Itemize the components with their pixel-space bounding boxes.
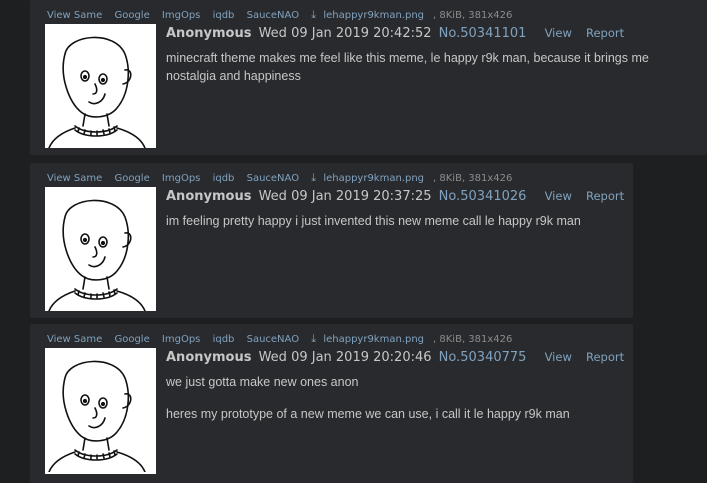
saucenao-link[interactable]: SauceNAO	[247, 10, 299, 21]
report-button[interactable]: Report	[586, 189, 624, 203]
thumbnail-face-drawing	[48, 360, 146, 473]
message-line: heres my prototype of a new meme we can …	[166, 407, 570, 421]
view-button[interactable]: View	[545, 26, 572, 40]
download-icon[interactable]: ⤓	[311, 171, 316, 184]
view-same-link[interactable]: View Same	[47, 334, 102, 345]
poster-name: Anonymous	[166, 26, 252, 41]
google-link[interactable]: Google	[114, 10, 149, 21]
google-link[interactable]: Google	[114, 334, 149, 345]
imgops-link[interactable]: ImgOps	[162, 173, 200, 184]
imgops-link[interactable]: ImgOps	[162, 334, 200, 345]
saucenao-link[interactable]: SauceNAO	[247, 173, 299, 184]
post-number-link[interactable]: No.50340775	[439, 350, 527, 365]
view-same-link[interactable]: View Same	[47, 173, 102, 184]
post-1: View Same Google ImgOps iqdb SauceNAO ⤓ …	[30, 0, 707, 155]
download-icon[interactable]: ⤓	[311, 332, 316, 345]
google-link[interactable]: Google	[114, 173, 149, 184]
iqdb-link[interactable]: iqdb	[213, 334, 235, 345]
report-button[interactable]: Report	[586, 26, 624, 40]
thumbnail-face-drawing	[48, 199, 146, 311]
saucenao-link[interactable]: SauceNAO	[247, 334, 299, 345]
file-info: , 8KiB, 381x426	[433, 334, 513, 345]
post-2: View Same Google ImgOps iqdb SauceNAO ⤓ …	[30, 163, 633, 318]
post-3: View Same Google ImgOps iqdb SauceNAO ⤓ …	[30, 324, 633, 483]
poster-name: Anonymous	[166, 350, 252, 365]
iqdb-link[interactable]: iqdb	[213, 10, 235, 21]
thumbnail-face-drawing	[48, 36, 146, 148]
report-button[interactable]: Report	[586, 350, 624, 364]
post-thumbnail[interactable]	[45, 348, 156, 474]
post-thumbnail[interactable]	[45, 187, 156, 311]
download-icon[interactable]: ⤓	[311, 8, 316, 21]
message-line: we just gotta make new ones anon	[166, 375, 359, 389]
iqdb-link[interactable]: iqdb	[213, 173, 235, 184]
post-date: Wed 09 Jan 2019 20:37:25	[258, 189, 432, 204]
post-number-link[interactable]: No.50341026	[439, 189, 527, 204]
post-message: minecraft theme makes me feel like this …	[166, 49, 686, 85]
post-header: Anonymous Wed 09 Jan 2019 20:20:46 No.50…	[166, 350, 624, 365]
file-links: View Same Google ImgOps iqdb SauceNAO ⤓ …	[47, 171, 512, 185]
file-links: View Same Google ImgOps iqdb SauceNAO ⤓ …	[47, 332, 512, 346]
post-header: Anonymous Wed 09 Jan 2019 20:42:52 No.50…	[166, 26, 624, 41]
file-name-link[interactable]: lehappyr9kman.png	[323, 173, 424, 184]
imgops-link[interactable]: ImgOps	[162, 10, 200, 21]
file-links: View Same Google ImgOps iqdb SauceNAO ⤓ …	[47, 8, 512, 22]
message-line: minecraft theme makes me feel like this …	[166, 51, 649, 83]
poster-name: Anonymous	[166, 189, 252, 204]
post-message: im feeling pretty happy i just invented …	[166, 212, 686, 230]
post-date: Wed 09 Jan 2019 20:20:46	[258, 350, 432, 365]
post-message: we just gotta make new ones anon heres m…	[166, 373, 686, 423]
view-same-link[interactable]: View Same	[47, 10, 102, 21]
post-date: Wed 09 Jan 2019 20:42:52	[258, 26, 432, 41]
view-button[interactable]: View	[545, 350, 572, 364]
file-info: , 8KiB, 381x426	[433, 10, 513, 21]
file-name-link[interactable]: lehappyr9kman.png	[323, 10, 424, 21]
file-name-link[interactable]: lehappyr9kman.png	[323, 334, 424, 345]
view-button[interactable]: View	[545, 189, 572, 203]
post-number-link[interactable]: No.50341101	[439, 26, 527, 41]
post-thumbnail[interactable]	[45, 24, 156, 148]
message-line: im feeling pretty happy i just invented …	[166, 214, 581, 228]
post-header: Anonymous Wed 09 Jan 2019 20:37:25 No.50…	[166, 189, 624, 204]
file-info: , 8KiB, 381x426	[433, 173, 513, 184]
